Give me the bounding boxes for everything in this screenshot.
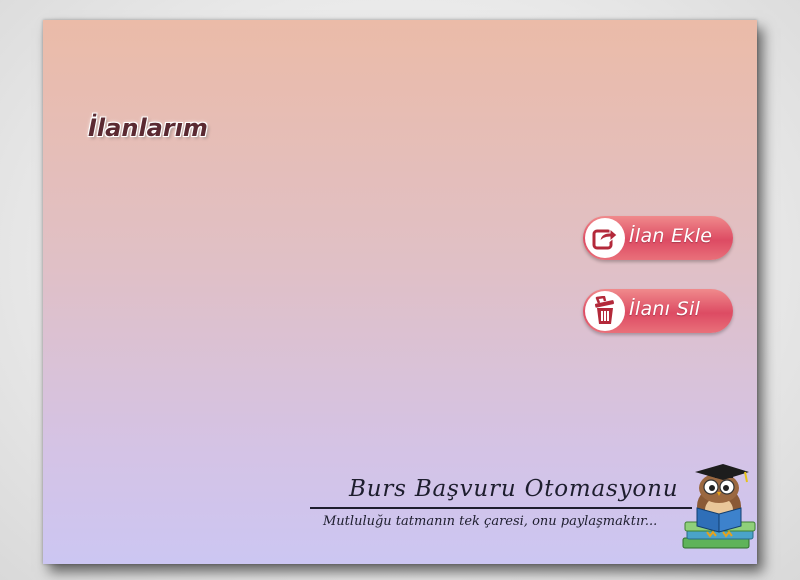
title-underline [310, 507, 692, 509]
main-window: İlanlarım İlan Ekle İlanı Sil Burs Başvu… [43, 20, 757, 564]
app-title: Burs Başvuru Otomasyonu [349, 476, 679, 502]
add-listing-label: İlan Ekle [629, 225, 713, 247]
delete-listing-button[interactable]: İlanı Sil [583, 289, 733, 333]
trash-icon [585, 291, 625, 331]
owl-reading-book-icon [682, 464, 756, 549]
app-slogan: Mutluluğu tatmanın tek çaresi, onu payla… [323, 514, 658, 529]
add-listing-button[interactable]: İlan Ekle [583, 216, 733, 260]
delete-listing-label: İlanı Sil [629, 298, 701, 320]
share-arrow-icon [585, 218, 625, 258]
page-title: İlanlarım [88, 114, 208, 142]
